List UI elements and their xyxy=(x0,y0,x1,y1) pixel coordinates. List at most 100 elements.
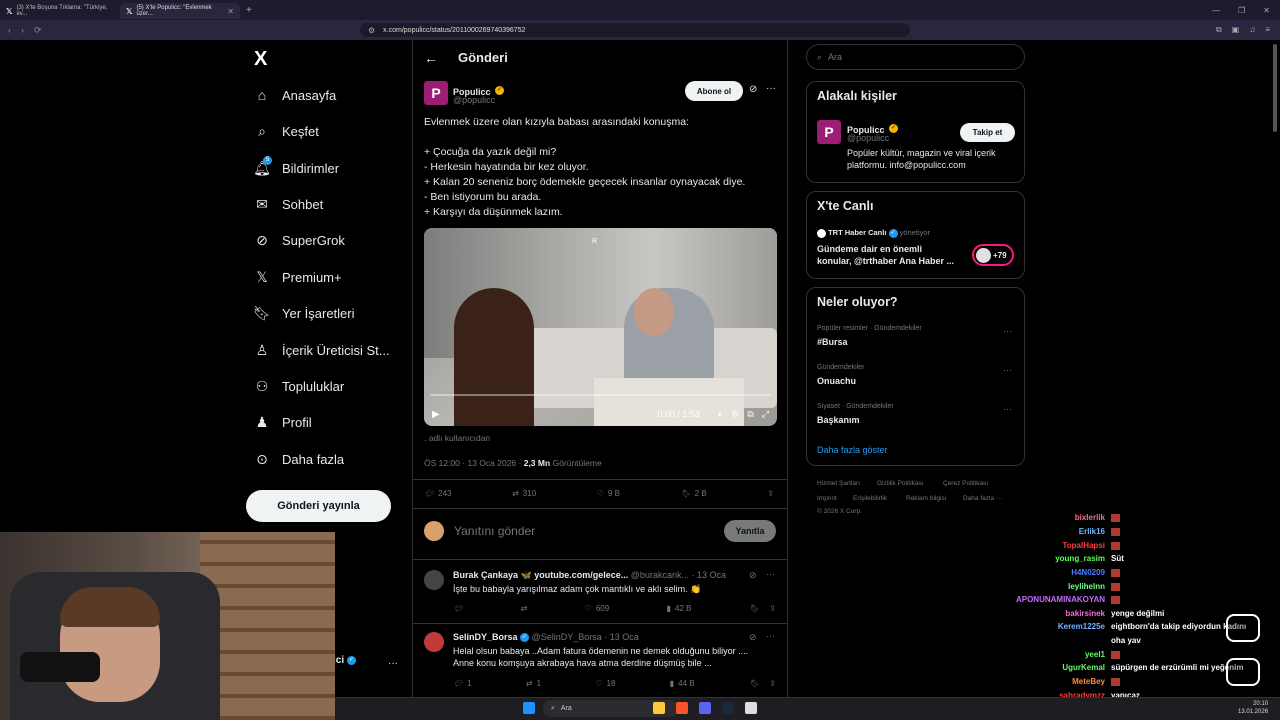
reply-action[interactable]: 💬︎ 243 xyxy=(424,489,452,498)
avatar[interactable] xyxy=(424,570,444,590)
more-options-icon[interactable]: ··· xyxy=(1003,326,1012,336)
chat-username[interactable]: young_rasim xyxy=(1055,554,1105,563)
nav-messages[interactable]: ✉ Sohbet xyxy=(254,196,323,212)
back-arrow-icon[interactable]: ← xyxy=(424,50,438,66)
share-action[interactable]: ⇪ xyxy=(767,489,774,498)
browser-tab[interactable]: 𝕏 (3) X'te Boşuna Tıklama: "Türkiye, ev.… xyxy=(0,3,120,19)
new-tab-button[interactable]: + xyxy=(246,5,252,16)
nav-profile[interactable]: ♟ Profil xyxy=(254,414,312,430)
video-player[interactable]: R ▶ 0:00 / 1:53 🔈︎ ⚙ ⧉ ⤢ xyxy=(424,228,777,426)
subscribe-button[interactable]: Abone ol xyxy=(685,81,743,101)
close-tab-icon[interactable]: ✕ xyxy=(227,7,234,16)
grok-icon[interactable]: ⊘ xyxy=(749,570,757,581)
obs-icon[interactable] xyxy=(745,702,757,714)
trend-name[interactable]: Onuachu xyxy=(817,376,856,386)
scrollbar[interactable] xyxy=(1273,44,1277,132)
nav-home[interactable]: ⌂ Anasayfa xyxy=(254,87,336,103)
views-action[interactable]: ▮ 44 B xyxy=(670,679,695,688)
footer-link[interactable]: Reklam bilgisi xyxy=(906,495,946,502)
minimize-button[interactable]: — xyxy=(1212,6,1220,15)
reply-action[interactable]: 💬︎ 1 xyxy=(453,679,472,688)
video-source[interactable]: . adlı kullanıcıdan xyxy=(424,433,490,443)
post-button[interactable]: Gönderi yayınla xyxy=(246,490,391,522)
reply-action[interactable]: 💬︎ xyxy=(453,604,463,613)
browser-tab-active[interactable]: 𝕏 (5) X'te Populicc: "Evlenmek üzer... ✕ xyxy=(120,3,240,19)
trend-name[interactable]: Başkanım xyxy=(817,415,860,425)
video-progress-bar[interactable] xyxy=(430,394,771,396)
nav-communities[interactable]: ⚇ Topluluklar xyxy=(254,378,344,394)
views-action[interactable]: ▮ 42 B xyxy=(667,604,692,613)
repost-action[interactable]: ⇄ 310 xyxy=(512,489,536,498)
close-window-button[interactable]: ✕ xyxy=(1263,6,1270,15)
avatar[interactable] xyxy=(424,632,444,652)
reply-button[interactable]: Yanıtla xyxy=(724,520,776,542)
account-name-partial[interactable]: lci ✓ xyxy=(333,655,356,666)
more-options-icon[interactable]: ··· xyxy=(766,631,775,641)
footer-link[interactable]: Daha fazla ··· xyxy=(963,495,1002,502)
windows-start-icon[interactable] xyxy=(523,702,535,714)
chat-username[interactable]: H4N0209 xyxy=(1071,568,1105,577)
chat-username[interactable]: bakirsinek xyxy=(1065,609,1105,618)
chat-username[interactable]: APONUNAMINAKOYAN xyxy=(1016,595,1105,604)
nav-supergrok[interactable]: ⊘ SuperGrok xyxy=(254,232,345,248)
footer-link[interactable]: Imprint xyxy=(817,495,837,502)
bookmark-action[interactable]: 🔖︎ 2 B xyxy=(681,489,707,498)
brave-browser-icon[interactable] xyxy=(676,702,688,714)
footer-link[interactable]: Hizmet Şartları xyxy=(817,480,860,487)
repost-action[interactable]: ⇄ 1 xyxy=(526,679,541,688)
nav-bookmarks[interactable]: 🔖︎ Yer İşaretleri xyxy=(253,305,354,321)
nav-explore[interactable]: ⌕ Keşfet xyxy=(254,123,319,139)
nav-creator-studio[interactable]: ♙ İçerik Üreticisi St... xyxy=(254,342,390,358)
settings-icon[interactable]: ⚙ xyxy=(731,409,739,420)
show-more-link[interactable]: Daha fazla göster xyxy=(817,445,888,455)
fullscreen-icon[interactable]: ⤢ xyxy=(762,409,769,420)
avatar[interactable]: P xyxy=(817,120,841,144)
reload-icon[interactable]: ⟳ xyxy=(34,25,42,36)
url-field[interactable]: ⚙ x.com/populicc/status/2011000269740396… xyxy=(360,23,910,37)
more-options-icon[interactable]: ··· xyxy=(1003,365,1012,375)
extensions-icon[interactable]: ⧉ xyxy=(1216,25,1222,35)
reply-author-handle[interactable]: @burakcank... xyxy=(631,570,689,580)
forward-icon[interactable]: › xyxy=(21,25,24,36)
share-action[interactable]: 🔖︎ ⇪ xyxy=(749,679,776,688)
trend-name[interactable]: #Bursa xyxy=(817,337,848,347)
nav-more[interactable]: ⊙ Daha fazla xyxy=(254,451,344,467)
reply-author-handle[interactable]: @SelinDY_Borsa xyxy=(532,632,602,642)
chat-username[interactable]: Kerem1225e xyxy=(1058,622,1105,631)
discord-icon[interactable] xyxy=(699,702,711,714)
grok-icon[interactable]: ⊘ xyxy=(749,632,757,643)
more-options-icon[interactable]: ··· xyxy=(766,569,775,579)
footer-link[interactable]: Gizlilik Politikası xyxy=(877,480,924,487)
chat-username[interactable]: TopalHapsi xyxy=(1062,541,1105,550)
chat-username[interactable]: Erlik16 xyxy=(1079,527,1105,536)
chat-username[interactable]: bixlerlik xyxy=(1075,513,1105,522)
back-icon[interactable]: ‹ xyxy=(8,25,11,36)
file-explorer-icon[interactable] xyxy=(653,702,665,714)
like-action[interactable]: ♡ 609 xyxy=(585,604,610,613)
repost-action[interactable]: ⇄ xyxy=(521,604,528,613)
x-logo-icon[interactable]: X xyxy=(254,48,267,71)
chat-username[interactable]: MeteBey xyxy=(1072,677,1105,686)
like-action[interactable]: ♡ 18 xyxy=(595,679,615,688)
steam-icon[interactable] xyxy=(722,702,734,714)
like-action[interactable]: ♡ 9 B xyxy=(597,489,620,498)
reply-author-name[interactable]: SelinDY_Borsa xyxy=(453,632,518,642)
avatar[interactable]: P xyxy=(424,81,448,105)
site-info-icon[interactable]: ⚙ xyxy=(368,26,375,35)
grok-icon[interactable]: ⊘ xyxy=(749,84,757,95)
live-listeners[interactable]: +79 xyxy=(972,244,1014,266)
footer-link[interactable]: Çerez Politikası xyxy=(943,480,988,487)
more-options-icon[interactable]: ··· xyxy=(766,83,776,94)
author-handle[interactable]: @populicc xyxy=(453,95,495,105)
more-options-icon[interactable]: ··· xyxy=(1003,404,1012,414)
account-menu-icon[interactable]: ··· xyxy=(388,658,398,669)
chat-username[interactable]: yeel1 xyxy=(1085,650,1105,659)
chat-username[interactable]: UgurKemal xyxy=(1062,663,1105,672)
system-clock[interactable]: 20:10 13.01.2026 xyxy=(1238,700,1268,716)
play-icon[interactable]: ▶ xyxy=(432,409,440,420)
wallet-icon[interactable]: ▣ xyxy=(1232,25,1240,35)
maximize-button[interactable]: ❐ xyxy=(1238,6,1245,15)
menu-icon[interactable]: ≡ xyxy=(1265,25,1270,35)
nav-premium[interactable]: 𝕏 Premium+ xyxy=(254,269,341,285)
search-input[interactable]: ⌕ Ara xyxy=(806,44,1025,70)
